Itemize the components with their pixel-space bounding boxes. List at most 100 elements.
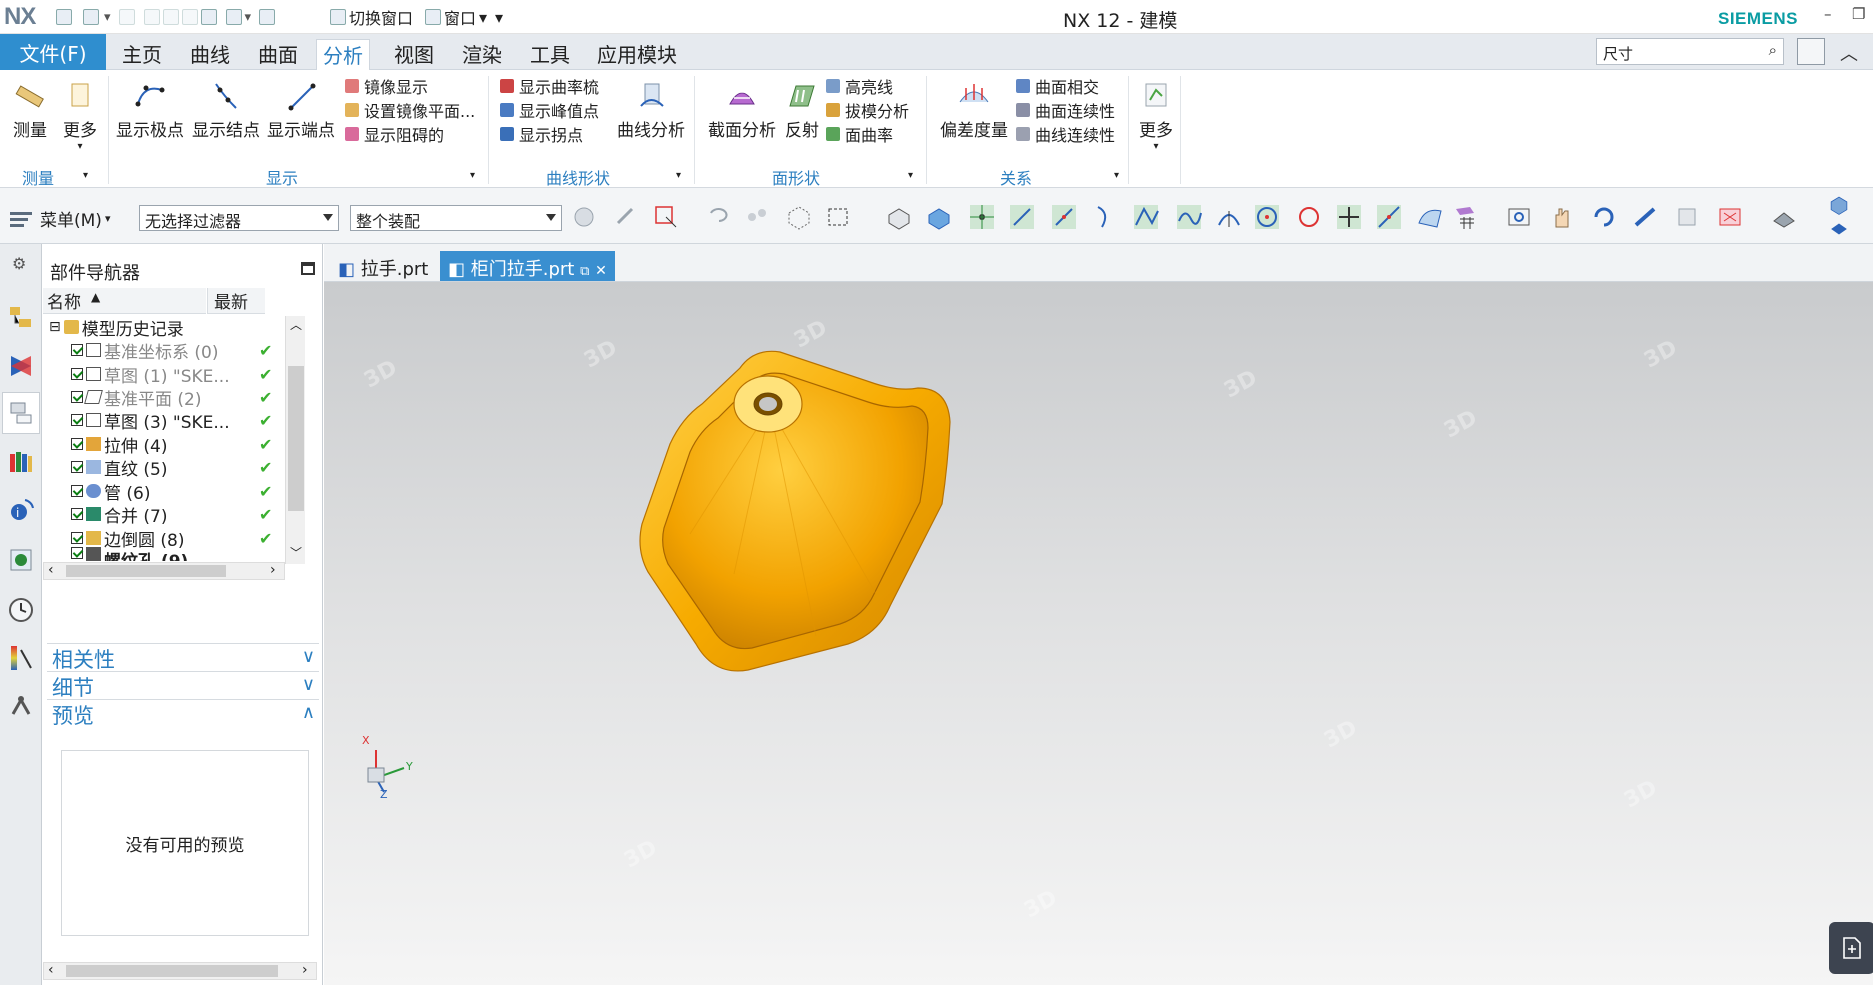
paste-icon[interactable] [181,9,198,25]
column-latest-header[interactable]: 最新 [207,288,265,314]
new-document-button[interactable] [1829,922,1873,974]
checkbox-icon[interactable] [71,485,83,497]
touch-mode-icon[interactable] [259,9,276,25]
show-endpoints-button[interactable]: 显示端点 [265,80,337,141]
tab-curve[interactable]: 曲线 [184,39,236,69]
details-section-header[interactable]: 细节 ∨ [47,671,319,700]
view-orientation-icon[interactable] [1673,203,1701,231]
select-solid-icon[interactable] [885,203,913,231]
settings-gear-icon[interactable]: ⚙ [12,254,26,273]
highlight-lines-button[interactable]: 高亮线 [826,74,893,98]
repeat-command-icon[interactable] [200,9,217,25]
render-style-icon[interactable] [1716,203,1744,231]
scroll-down-icon[interactable]: ﹀ [290,544,302,561]
selection-filter-dropdown[interactable]: 无选择过滤器 [139,205,339,231]
scroll-left-icon[interactable]: ‹ [48,962,54,978]
graphics-window[interactable]: 3D 3D 3D 3D 3D 3D 3D 3D 3D 3D X Y Z [324,282,1873,985]
set-mirror-plane-button[interactable]: 设置镜像平面... [345,98,475,122]
roles-icon[interactable] [7,692,35,720]
assembly-filter-icon[interactable] [570,203,598,231]
measure-button[interactable]: 测量 [8,80,52,141]
doc-tab-handle[interactable]: ◧ 拉手.prt [330,251,436,281]
curve-continuity-button[interactable]: 曲线连续性 [1016,122,1115,146]
float-tab-icon[interactable]: ⧉ [580,264,589,279]
tab-home[interactable]: 主页 [116,39,168,69]
checkbox-icon[interactable] [71,508,83,520]
snap-point-on-curve-icon[interactable] [1375,203,1403,231]
scroll-right-icon[interactable]: › [270,562,276,578]
view-cube-icon[interactable] [225,9,242,25]
snap-existing-point-icon[interactable] [1335,203,1363,231]
snap-midpoint-icon[interactable] [1050,203,1078,231]
mirror-display-button[interactable]: 镜像显示 [345,74,428,98]
tree-row[interactable]: 螺纹孔 (9) [49,547,317,561]
constraint-navigator-icon[interactable] [7,352,35,380]
search-icon[interactable]: ⌕ [1769,41,1777,59]
fullscreen-icon[interactable] [1797,38,1825,65]
cabinet-handle-model[interactable] [630,344,1070,704]
reflection-button[interactable]: 反射 [780,80,824,141]
scroll-left-icon[interactable]: ‹ [48,562,54,578]
deviation-gauge-button[interactable]: 偏差度量 [936,80,1012,141]
doc-tab-cabinet-handle[interactable]: ◧ 柜门拉手.prt ⧉ ✕ [440,251,615,281]
checkbox-icon[interactable] [71,414,83,426]
select-sheet-icon[interactable] [925,203,953,231]
face-continuity-button[interactable]: 曲面连续性 [1016,98,1115,122]
collapse-ribbon-icon[interactable]: ︿ [1840,40,1858,66]
window-menu-button[interactable]: 窗口 ▾ ▾ [425,7,503,28]
section-analysis-button[interactable]: 截面分析 [704,80,780,141]
checkbox-icon[interactable] [71,344,83,356]
process-studio-icon[interactable] [7,644,35,672]
column-name-header[interactable]: 名称 ▲ [43,288,206,314]
main-menu-button[interactable]: 菜单(M) ▾ [10,206,110,231]
snap-intersection-icon[interactable] [1132,203,1160,231]
cut-icon[interactable] [143,9,160,25]
checkbox-icon[interactable] [71,461,83,473]
assembly-navigator-icon[interactable] [7,304,35,332]
reuse-library-icon[interactable] [7,448,35,476]
history-clock-icon[interactable] [7,596,35,624]
minimize-icon[interactable]: – [1824,5,1832,23]
selection-scope-dropdown[interactable]: 整个装配 [350,205,562,231]
tab-render[interactable]: 渲染 [456,39,508,69]
dependencies-section-header[interactable]: 相关性 ∨ [47,643,319,672]
close-tab-icon[interactable]: ✕ [595,263,607,279]
snap-point-icon[interactable] [652,203,680,231]
scroll-thumb[interactable] [66,565,226,577]
checkbox-icon[interactable] [71,438,83,450]
scroll-thumb[interactable] [66,965,278,977]
copy-icon[interactable] [162,9,179,25]
zoom-view-icon[interactable] [1632,203,1660,231]
tab-analysis[interactable]: 分析 [316,39,370,71]
checkbox-icon[interactable] [71,368,83,380]
show-peaks-button[interactable]: 显示峰值点 [500,98,599,122]
tab-tools[interactable]: 工具 [524,39,576,69]
group-display-dropdown-icon[interactable]: ▾ [470,170,475,181]
maximize-panel-icon[interactable] [301,262,315,275]
snap-center-icon[interactable] [1253,203,1281,231]
tab-surface[interactable]: 曲面 [252,39,304,69]
undo-icon[interactable] [83,9,99,25]
pan-hand-icon[interactable] [1548,203,1576,231]
command-search-input[interactable]: 尺寸 ⌕ [1596,38,1784,65]
select-components-icon[interactable] [742,203,770,231]
group-face-shape-dropdown-icon[interactable]: ▾ [908,170,913,181]
checkbox-icon[interactable] [71,532,83,544]
show-knots-button[interactable]: 显示结点 [190,80,262,141]
scroll-up-icon[interactable]: ︿ [290,316,302,333]
switch-window-button[interactable]: 切换窗口 [330,7,413,28]
snap-bounded-grid-icon[interactable] [1452,203,1480,231]
rectangle-select-icon[interactable] [825,203,853,231]
tab-view[interactable]: 视图 [388,39,440,69]
snap-arc-center-icon[interactable] [1215,203,1243,231]
cube-display-icon[interactable] [1828,194,1850,216]
tree-vertical-scrollbar[interactable]: ︿ ﹀ [285,316,305,564]
collapse-icon[interactable]: ⊟ [49,319,61,335]
restore-icon[interactable]: ❐ [1852,5,1865,23]
file-menu-button[interactable]: 文件(F) [0,34,106,70]
checkbox-icon[interactable] [71,391,83,403]
group-relation-dropdown-icon[interactable]: ▾ [1114,170,1119,181]
save-icon[interactable] [56,9,72,25]
web-browser-icon[interactable] [7,546,35,574]
part-navigator-tab[interactable] [2,392,40,434]
